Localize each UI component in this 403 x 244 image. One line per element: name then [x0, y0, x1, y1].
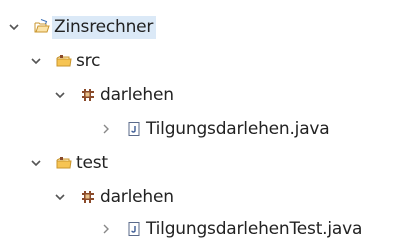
- source-folder-icon: [56, 53, 72, 69]
- chevron-down-icon[interactable]: [30, 55, 42, 67]
- source-folder-icon: [56, 155, 72, 171]
- package-icon: [80, 87, 96, 103]
- tree-item-src-package[interactable]: darlehen: [54, 80, 174, 110]
- tree-item-label: darlehen: [100, 187, 174, 207]
- package-icon: [80, 189, 96, 205]
- tree-item-test-folder[interactable]: test: [30, 148, 108, 178]
- tree-item-src-folder[interactable]: src: [30, 46, 100, 76]
- tree-item-label: src: [76, 51, 101, 71]
- java-file-icon: [126, 121, 142, 137]
- tree-item-label: Zinsrechner: [52, 15, 157, 39]
- tree-item-label: TilgungsdarlehenTest.java: [146, 219, 363, 239]
- tree-item-project[interactable]: Zinsrechner: [8, 12, 157, 42]
- chevron-down-icon[interactable]: [54, 191, 66, 203]
- chevron-right-icon[interactable]: [100, 223, 112, 235]
- chevron-down-icon[interactable]: [8, 21, 20, 33]
- tree-item-label: test: [76, 153, 108, 173]
- chevron-down-icon[interactable]: [54, 89, 66, 101]
- tree-item-src-file[interactable]: Tilgungsdarlehen.java: [100, 114, 330, 144]
- project-folder-icon: [34, 19, 50, 35]
- chevron-right-icon[interactable]: [100, 123, 112, 135]
- chevron-down-icon[interactable]: [30, 157, 42, 169]
- tree-item-label: Tilgungsdarlehen.java: [146, 119, 330, 139]
- tree-item-label: darlehen: [100, 85, 174, 105]
- tree-item-test-package[interactable]: darlehen: [54, 182, 174, 212]
- package-explorer-tree: Zinsrechner src darlehen Tilgungsdarlehe…: [0, 0, 403, 240]
- java-file-icon: [126, 221, 142, 237]
